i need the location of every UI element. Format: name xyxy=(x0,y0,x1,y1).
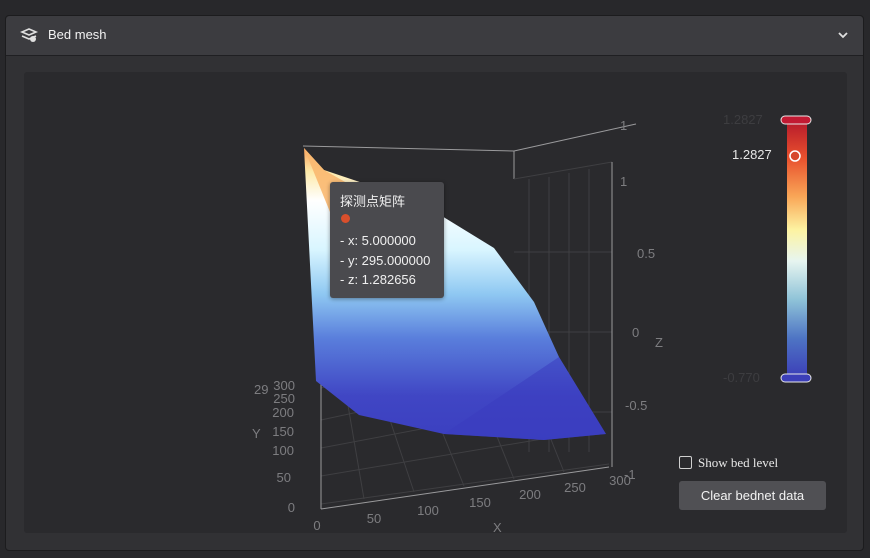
y-axis-label: Y xyxy=(252,426,261,441)
panel-title: Bed mesh xyxy=(48,27,107,42)
z-axis-label: Z xyxy=(655,335,663,350)
x-tick: 150 xyxy=(469,495,491,510)
y-tick: 200 xyxy=(272,405,294,420)
y-ticks: 0 50 100 150 200 250 300 xyxy=(272,378,295,515)
z-tick: 0.5 xyxy=(637,246,655,261)
y-tick-overlap: 29 xyxy=(254,382,268,397)
visual-map-top-handle[interactable] xyxy=(780,115,812,125)
y-tick: 300 xyxy=(273,378,295,393)
x-tick: 100 xyxy=(417,503,439,518)
x-tick: 250 xyxy=(564,480,586,495)
x-axis-label: X xyxy=(493,520,502,533)
y-tick: 150 xyxy=(272,424,294,439)
visual-map-max-faded: 1.2827 xyxy=(723,112,763,127)
visual-map-current-value: 1.2827 xyxy=(732,147,772,162)
show-bed-level-label: Show bed level xyxy=(698,455,779,470)
x-tick: 0 xyxy=(313,518,320,533)
z-tick: 1 xyxy=(620,174,627,189)
chevron-down-icon[interactable] xyxy=(837,30,849,40)
tooltip-x: - x: 5.000000 xyxy=(340,233,416,248)
bed-mesh-panel: Bed mesh 1 1 0.5 0 -0.5 -1 Z 0 50 100 15… xyxy=(5,15,864,551)
y-tick: 100 xyxy=(272,443,294,458)
x-tick: 200 xyxy=(519,487,541,502)
tooltip: 探测点矩阵 - x: 5.000000 - y: 295.000000 - z:… xyxy=(330,182,444,298)
back-box xyxy=(302,123,637,179)
z-tick: -0.5 xyxy=(625,398,647,413)
bed-mesh-chart[interactable]: 1 1 0.5 0 -0.5 -1 Z 0 50 100 150 200 250… xyxy=(24,72,847,533)
visual-map-indicator xyxy=(789,150,801,162)
tooltip-title: 探测点矩阵 xyxy=(340,194,406,209)
x-tick: 50 xyxy=(367,511,381,526)
tooltip-z: - z: 1.282656 xyxy=(340,272,416,287)
x-tick: 300 xyxy=(609,473,631,488)
y-tick: 250 xyxy=(273,391,295,406)
clear-bed-mesh-button[interactable]: Clear bednet data xyxy=(679,481,826,510)
tooltip-y: - y: 295.000000 xyxy=(340,252,431,268)
z-tick-top: 1 xyxy=(620,118,627,133)
z-tick: 0 xyxy=(632,325,639,340)
show-bed-level-checkbox[interactable]: Show bed level xyxy=(679,455,778,471)
bed-mesh-icon xyxy=(19,28,39,42)
tooltip-marker-dot xyxy=(341,213,350,223)
panel-header[interactable]: Bed mesh xyxy=(6,16,863,56)
visual-map-bottom-handle[interactable] xyxy=(780,373,812,383)
y-tick: 50 xyxy=(277,470,291,485)
z-ticks: 1 1 0.5 0 -0.5 -1 xyxy=(620,118,655,482)
checkbox-box[interactable] xyxy=(679,456,692,469)
y-tick: 0 xyxy=(288,500,295,515)
visual-map-min-faded: -0.770 xyxy=(723,370,760,385)
